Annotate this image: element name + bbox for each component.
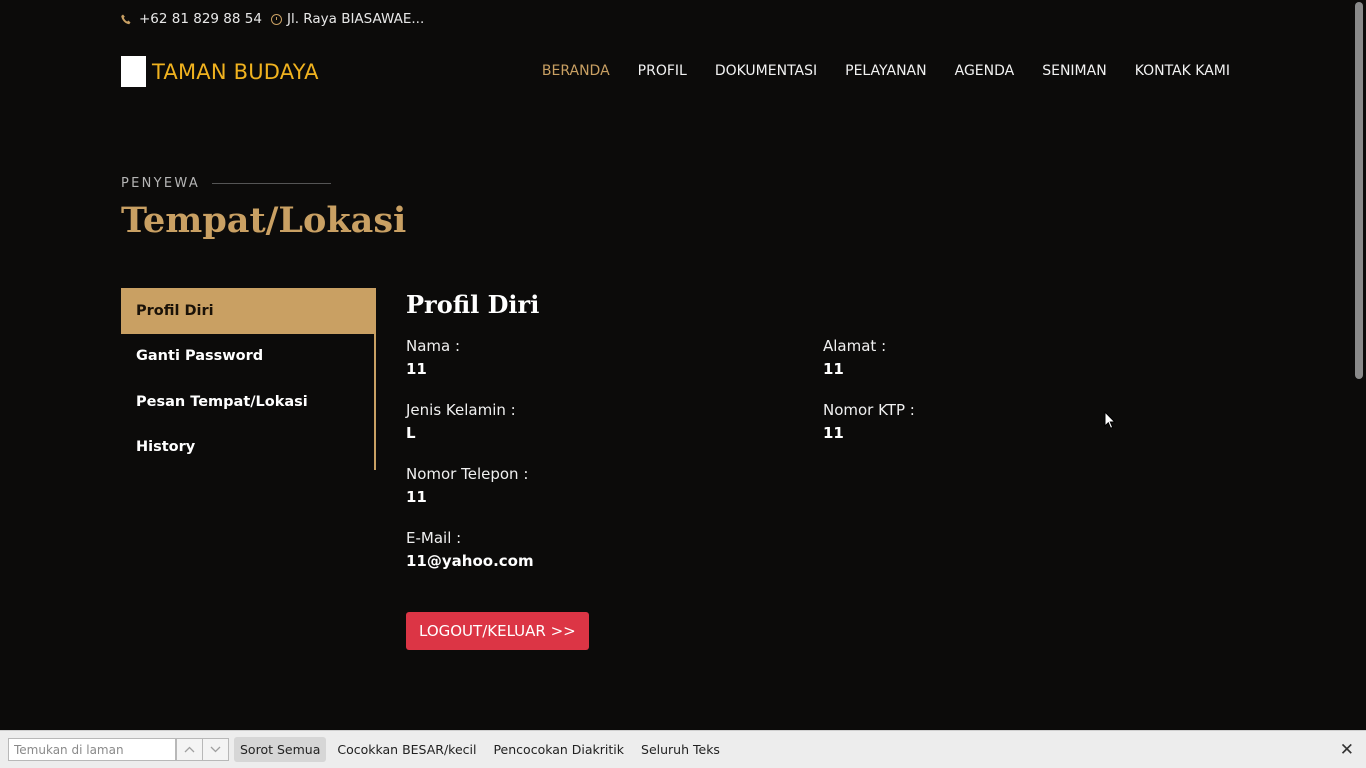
profile-column-left: Nama : 11 Jenis Kelamin : L Nomor Telepo…	[406, 337, 534, 593]
page-scrollbar[interactable]	[1352, 0, 1366, 730]
section-label: PENYEWA	[121, 176, 332, 191]
contact-bar: +62 81 829 88 54 Jl. Raya BIASAWAE...	[121, 11, 433, 27]
nav-profil[interactable]: PROFIL	[638, 63, 687, 79]
sidebar-item-ganti-password[interactable]: Ganti Password	[121, 334, 374, 380]
find-input[interactable]	[8, 738, 176, 761]
field-nomor-telepon: Nomor Telepon : 11	[406, 465, 534, 529]
field-value: 11	[406, 488, 427, 506]
logout-button[interactable]: LOGOUT/KELUAR >>	[406, 612, 589, 650]
field-label: Nomor KTP :	[823, 401, 915, 419]
close-icon[interactable]: ✕	[1340, 740, 1354, 760]
section-divider	[212, 183, 332, 184]
account-sidebar: Profil Diri Ganti Password Pesan Tempat/…	[121, 288, 376, 470]
location-icon	[270, 13, 282, 25]
nav-pelayanan[interactable]: PELAYANAN	[845, 63, 926, 79]
phone-info: +62 81 829 88 54	[121, 11, 262, 27]
field-label: Jenis Kelamin :	[406, 401, 516, 419]
field-value: 11@yahoo.com	[406, 552, 534, 570]
scrollbar-thumb[interactable]	[1355, 2, 1363, 379]
sidebar-item-pesan-tempat[interactable]: Pesan Tempat/Lokasi	[121, 379, 374, 425]
phone-icon	[121, 14, 131, 25]
field-value: 11	[823, 360, 844, 378]
field-value: 11	[406, 360, 427, 378]
field-label: Nama :	[406, 337, 461, 355]
profile-panel: Profil Diri Nama : 11 Jenis Kelamin : L …	[406, 288, 1236, 650]
phone-number: +62 81 829 88 54	[139, 11, 262, 27]
nav-beranda[interactable]: BERANDA	[542, 63, 610, 79]
field-label: Nomor Telepon :	[406, 465, 529, 483]
mouse-cursor-icon	[1104, 410, 1116, 434]
whole-words-toggle[interactable]: Seluruh Teks	[635, 737, 726, 762]
sidebar-item-profil-diri[interactable]: Profil Diri	[121, 288, 374, 334]
address-text: Jl. Raya BIASAWAE...	[286, 11, 425, 27]
match-diacritics-toggle[interactable]: Pencocokan Diakritik	[487, 737, 630, 762]
profile-column-right: Alamat : 11 Nomor KTP : 11	[823, 337, 915, 465]
find-bar: Sorot Semua Cocokkan BESAR/kecil Pencoco…	[0, 730, 1366, 768]
address-info: Jl. Raya BIASAWAE...	[270, 11, 425, 27]
nav-agenda[interactable]: AGENDA	[955, 63, 1015, 79]
field-label: E-Mail :	[406, 529, 462, 547]
page-title: Tempat/Lokasi	[121, 200, 407, 241]
main-nav: BERANDA PROFIL DOKUMENTASI PELAYANAN AGE…	[514, 63, 1230, 79]
nav-kontak-kami[interactable]: KONTAK KAMI	[1135, 63, 1230, 79]
field-label: Alamat :	[823, 337, 887, 355]
field-alamat: Alamat : 11	[823, 337, 915, 401]
nav-dokumentasi[interactable]: DOKUMENTASI	[715, 63, 817, 79]
find-previous-button[interactable]	[176, 738, 203, 761]
find-next-button[interactable]	[202, 738, 229, 761]
field-nomor-ktp: Nomor KTP : 11	[823, 401, 915, 465]
field-jenis-kelamin: Jenis Kelamin : L	[406, 401, 534, 465]
chevron-up-icon	[184, 743, 195, 756]
highlight-all-toggle[interactable]: Sorot Semua	[234, 737, 327, 762]
nav-seniman[interactable]: SENIMAN	[1042, 63, 1106, 79]
field-value: L	[406, 424, 416, 442]
profile-heading: Profil Diri	[406, 290, 540, 319]
field-nama: Nama : 11	[406, 337, 534, 401]
field-email: E-Mail : 11@yahoo.com	[406, 529, 534, 593]
match-case-toggle[interactable]: Cocokkan BESAR/kecil	[331, 737, 482, 762]
logo-image	[121, 56, 146, 87]
sidebar-item-history[interactable]: History	[121, 425, 374, 471]
logo-text: TAMAN BUDAYA	[152, 59, 319, 84]
site-logo[interactable]: TAMAN BUDAYA	[121, 56, 319, 87]
field-value: 11	[823, 424, 844, 442]
chevron-down-icon	[210, 743, 221, 756]
section-label-text: PENYEWA	[121, 176, 201, 191]
